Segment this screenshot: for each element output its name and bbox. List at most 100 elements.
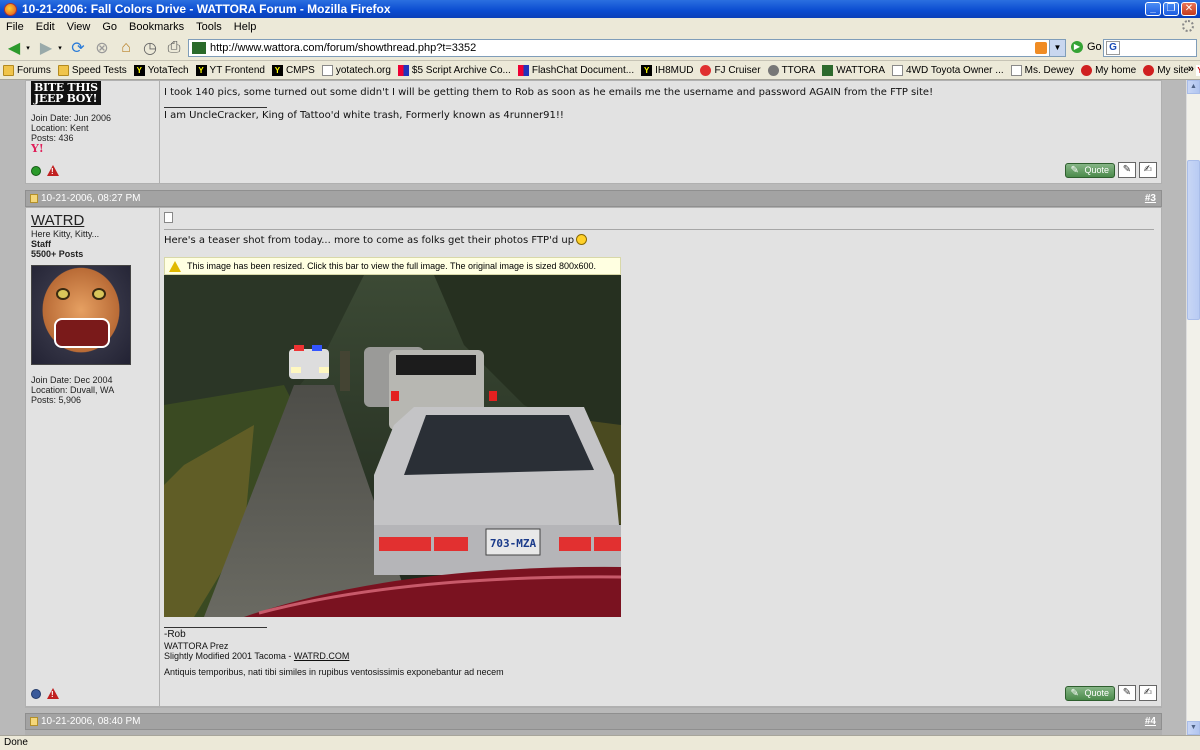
- stop-icon[interactable]: ⊗: [92, 38, 112, 58]
- multi-quote-icon[interactable]: ✎: [1118, 685, 1136, 701]
- bookmark-item[interactable]: TTORA: [765, 64, 820, 76]
- menu-tools[interactable]: Tools: [190, 21, 228, 33]
- print-icon[interactable]: ⎙: [164, 38, 184, 58]
- user-rank: Staff: [31, 239, 51, 249]
- scroll-thumb[interactable]: [1187, 160, 1200, 320]
- url-text: http://www.wattora.com/forum/showthread.…: [210, 42, 477, 54]
- bookmark-item[interactable]: 4WD Toyota Owner ...: [889, 64, 1008, 76]
- report-post-icon[interactable]: [47, 688, 59, 699]
- menu-view[interactable]: View: [61, 21, 97, 33]
- post-icon: [164, 212, 173, 223]
- back-dropdown-icon[interactable]: ▾: [24, 38, 32, 58]
- image-resize-notice[interactable]: This image has been resized. Click this …: [164, 257, 621, 275]
- page-viewport: BITE THIS JEEP BOY! Join Date: Jun 2006 …: [0, 80, 1186, 735]
- offline-status-icon: [31, 688, 41, 699]
- post-count: Posts: 5,906: [31, 395, 82, 405]
- multi-quote-icon[interactable]: ✎: [1118, 162, 1136, 178]
- bookmark-page-icon: [1010, 64, 1022, 76]
- forward-dropdown-icon[interactable]: ▾: [56, 38, 64, 58]
- go-arrow-icon: ▶: [1071, 41, 1083, 53]
- bookmark-label: 4WD Toyota Owner ...: [906, 64, 1004, 76]
- post-2: BITE THIS JEEP BOY! Join Date: Jun 2006 …: [25, 80, 1162, 184]
- bookmark-label: FJ Cruiser: [714, 64, 761, 76]
- url-dropdown-icon[interactable]: ▼: [1049, 40, 1065, 56]
- firefox-logo-icon: [4, 2, 17, 16]
- rss-feed-icon[interactable]: [1035, 42, 1047, 54]
- history-icon[interactable]: ◷: [140, 38, 160, 58]
- bookmark-item[interactable]: Y IH8MUD: [638, 64, 697, 76]
- post-number-link[interactable]: #3: [1145, 193, 1156, 204]
- menu-go[interactable]: Go: [96, 21, 123, 33]
- bookmark-yt-icon: Y: [641, 64, 653, 76]
- bookmark-multi-icon: [397, 64, 409, 76]
- bookmark-label: YotaTech: [147, 64, 189, 76]
- bookmark-item[interactable]: Y CMPS: [269, 64, 319, 76]
- bookmark-yt-icon: Y: [133, 64, 145, 76]
- back-arrow-icon[interactable]: ◀: [4, 38, 24, 58]
- bookmark-item[interactable]: $5 Script Archive Co...: [395, 64, 515, 76]
- post-number-link[interactable]: #4: [1145, 716, 1156, 727]
- bookmark-label: FlashChat Document...: [531, 64, 635, 76]
- smiley-icon: [576, 234, 588, 245]
- bookmark-item[interactable]: Y YotaTech: [131, 64, 193, 76]
- user-rank-posts: 5500+ Posts: [31, 249, 84, 259]
- bookmark-item[interactable]: Ms. Dewey: [1008, 64, 1078, 76]
- search-input[interactable]: G: [1103, 39, 1197, 57]
- google-search-icon[interactable]: G: [1106, 41, 1120, 55]
- restore-button[interactable]: ❐: [1163, 2, 1179, 16]
- forward-arrow-icon[interactable]: ▶: [36, 38, 56, 58]
- minimize-button[interactable]: _: [1145, 2, 1161, 16]
- status-bar: Done: [0, 735, 1200, 750]
- bookmark-item[interactable]: FJ Cruiser: [697, 64, 764, 76]
- bookmark-item[interactable]: Y YT Frontend: [193, 64, 269, 76]
- quick-reply-icon[interactable]: ✍: [1139, 162, 1157, 178]
- bookmark-item[interactable]: FlashChat Document...: [515, 64, 638, 76]
- bookmark-item[interactable]: My site: [1140, 64, 1193, 76]
- bookmark-label: Ms. Dewey: [1024, 64, 1075, 76]
- bookmark-item[interactable]: WATTORA: [819, 64, 889, 76]
- quote-button[interactable]: Quote: [1065, 685, 1115, 701]
- bookmark-page-icon: [892, 64, 903, 76]
- bookmark-page-icon: [321, 64, 333, 76]
- go-button[interactable]: ▶ Go: [1071, 41, 1102, 53]
- bookmark-yahoo-icon: Y!: [1195, 64, 1200, 76]
- avatar-eye: [92, 288, 106, 300]
- forum-thread: BITE THIS JEEP BOY! Join Date: Jun 2006 …: [0, 80, 1186, 735]
- bookmark-label: My home: [1095, 64, 1137, 76]
- bookmark-item[interactable]: yotatech.org: [319, 64, 395, 76]
- menu-file[interactable]: File: [0, 21, 30, 33]
- quote-button[interactable]: Quote: [1065, 162, 1115, 178]
- title-divider: [164, 229, 1154, 230]
- home-icon[interactable]: ⌂: [116, 38, 136, 58]
- warning-icon: [169, 260, 181, 272]
- reload-icon[interactable]: ⟳: [68, 38, 88, 58]
- menu-edit[interactable]: Edit: [30, 21, 61, 33]
- bookmark-grey-icon: [767, 64, 779, 76]
- report-post-icon[interactable]: [47, 165, 59, 176]
- menu-bookmarks[interactable]: Bookmarks: [123, 21, 190, 33]
- url-bar[interactable]: http://www.wattora.com/forum/showthread.…: [188, 39, 1066, 57]
- quick-reply-icon[interactable]: ✍: [1139, 685, 1157, 701]
- bookmark-gear-icon: [1143, 64, 1155, 76]
- bookmarks-overflow-icon[interactable]: »: [1188, 63, 1194, 75]
- avatar-eye: [56, 288, 70, 300]
- bookmark-label: Speed Tests: [71, 64, 127, 76]
- avatar-mouth: [54, 318, 110, 348]
- post-message: Here's a teaser shot from today... more …: [160, 207, 1162, 707]
- location: Location: Kent: [31, 123, 89, 133]
- menu-help[interactable]: Help: [228, 21, 263, 33]
- yahoo-messenger-icon[interactable]: Y!: [31, 142, 44, 155]
- post-photo[interactable]: 703-MZA: [164, 275, 621, 617]
- scroll-down-icon[interactable]: ▼: [1187, 721, 1200, 735]
- bookmark-item[interactable]: My home: [1078, 64, 1140, 76]
- scroll-up-icon[interactable]: ▲: [1187, 80, 1200, 94]
- bookmark-label: yotatech.org: [335, 64, 391, 76]
- bookmark-yt-icon: Y: [271, 64, 283, 76]
- bookmark-item[interactable]: Forums: [0, 64, 55, 76]
- bookmark-folder-icon: [3, 64, 14, 76]
- watrd-link[interactable]: WATRD.COM: [294, 651, 350, 661]
- username-link[interactable]: WATRD: [31, 212, 84, 229]
- close-button[interactable]: ✕: [1181, 2, 1197, 16]
- bookmark-item[interactable]: Speed Tests: [55, 64, 131, 76]
- vertical-scrollbar[interactable]: ▲ ▼: [1186, 80, 1200, 735]
